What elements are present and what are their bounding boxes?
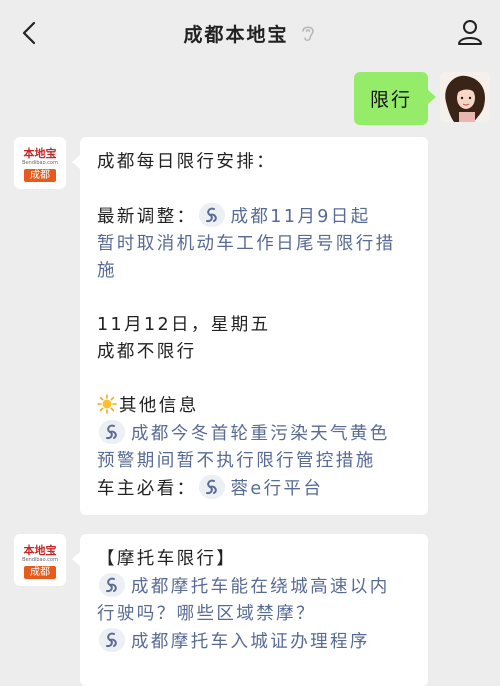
- mute-ear-icon: [301, 26, 314, 42]
- incoming-bubble-2: 【摩托车限行】 成都摩托车能在绕城高速以内 行驶吗？哪些区域禁摩？ 成都摩托车入…: [72, 534, 428, 686]
- logo-url: Bendibao.com: [22, 159, 58, 166]
- moto-link-2[interactable]: 成都摩托车入城证办理程序: [131, 632, 370, 652]
- logo-city: 成都: [24, 565, 56, 579]
- message-title: 成都每日限行安排：: [97, 152, 277, 172]
- latest-link-cont[interactable]: 暂时取消机动车工作日尾号限行措: [97, 231, 411, 258]
- chat-header: 成都本地宝: [0, 0, 500, 66]
- mini-program-icon: [198, 203, 225, 227]
- info-link-cont[interactable]: 预警期间暂不执行限行管控措施: [97, 448, 411, 475]
- incoming-message-row: 本地宝 Bendibao.com 成都 成都每日限行安排： 最新调整： 成都11月…: [14, 137, 428, 515]
- mini-program-icon: [99, 573, 125, 597]
- owner-link[interactable]: 蓉e行平台: [231, 479, 324, 499]
- date-text: 11月12日，星期五: [97, 315, 271, 335]
- chat-title: 成都本地宝: [183, 23, 289, 46]
- sun-icon: [97, 394, 117, 414]
- mini-program-icon: [99, 628, 125, 652]
- outgoing-message-row: 限行: [353, 72, 490, 125]
- logo-url: Bendibao.com: [22, 556, 58, 563]
- latest-link[interactable]: 成都11月9日起: [231, 207, 371, 227]
- profile-button[interactable]: [454, 16, 486, 48]
- bot-avatar[interactable]: 本地宝 Bendibao.com 成都: [14, 534, 66, 586]
- bot-avatar[interactable]: 本地宝 Bendibao.com 成都: [14, 137, 66, 189]
- incoming-message-row: 本地宝 Bendibao.com 成都 【摩托车限行】 成都摩托车能在绕城高速以…: [14, 534, 428, 686]
- moto-link-1[interactable]: 成都摩托车能在绕城高速以内: [131, 577, 390, 597]
- logo-city: 成都: [24, 168, 56, 182]
- latest-label: 最新调整：: [97, 207, 197, 227]
- profile-icon: [458, 20, 482, 45]
- status-text: 成都不限行: [97, 342, 197, 362]
- message-title: 【摩托车限行】: [97, 549, 237, 569]
- user-avatar[interactable]: [440, 72, 490, 122]
- logo-text: 本地宝: [23, 543, 57, 557]
- owner-label: 车主必看：: [97, 479, 197, 499]
- other-info-heading: 其他信息: [119, 396, 199, 416]
- back-button[interactable]: [14, 18, 44, 48]
- outgoing-bubble[interactable]: 限行: [353, 72, 437, 125]
- mini-program-icon: [198, 475, 225, 499]
- back-arrow-icon: [22, 21, 36, 45]
- info-link[interactable]: 成都今冬首轮重污染天气黄色: [131, 424, 390, 444]
- latest-link-end[interactable]: 施: [97, 258, 411, 285]
- moto-link-1-cont[interactable]: 行驶吗？哪些区域禁摩？: [97, 601, 411, 628]
- logo-text: 本地宝: [23, 146, 57, 160]
- incoming-bubble-1: 成都每日限行安排： 最新调整： 成都11月9日起 暂时取消机动车工作日尾号限行措 …: [72, 137, 428, 515]
- mini-program-icon: [99, 420, 125, 444]
